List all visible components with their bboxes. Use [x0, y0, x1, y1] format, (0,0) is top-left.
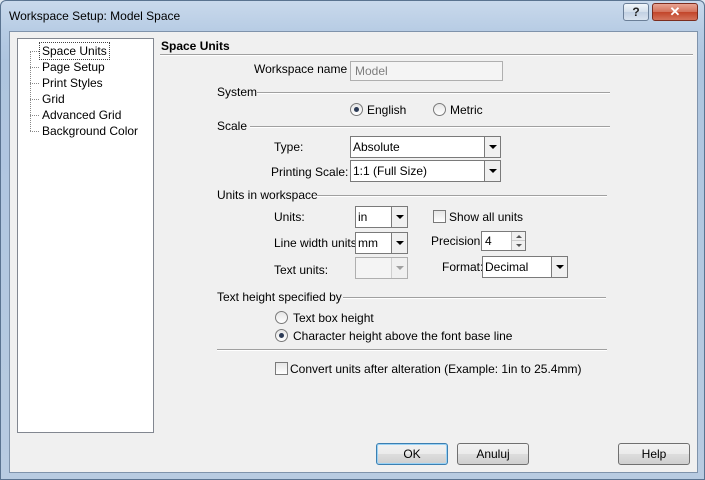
- scale-group-label: Scale: [217, 119, 248, 133]
- dialog-window: Workspace Setup: Model Space ? ✕ Space U…: [0, 0, 705, 480]
- tree-item-page-setup[interactable]: Page Setup: [40, 59, 107, 75]
- help-title-button[interactable]: ?: [623, 3, 649, 21]
- format-label: Format:: [442, 260, 484, 274]
- printing-scale-select[interactable]: 1:1 (Full Size): [350, 160, 501, 182]
- show-all-units-label: Show all units: [449, 210, 524, 224]
- space-units-panel: Space Units Workspace name Model System …: [160, 38, 693, 433]
- line-width-units-label: Line width units:: [274, 236, 361, 250]
- character-height-radio[interactable]: [275, 329, 288, 342]
- ok-button[interactable]: OK: [376, 443, 448, 465]
- text-units-select[interactable]: [355, 257, 408, 279]
- system-group-label: System: [217, 85, 258, 99]
- settings-tree: Space Units Page Setup Print Styles Grid…: [17, 38, 154, 433]
- units-group-label: Units in workspace: [217, 188, 318, 202]
- spin-down-icon[interactable]: [512, 241, 525, 250]
- type-select[interactable]: Absolute: [350, 136, 501, 158]
- character-height-label: Character height above the font base lin…: [293, 329, 513, 343]
- precision-value: 4: [485, 234, 492, 248]
- tree-item-space-units[interactable]: Space Units: [39, 42, 110, 60]
- scale-group-line: [250, 126, 610, 128]
- cancel-button[interactable]: Anuluj: [457, 443, 529, 465]
- units-label: Units:: [274, 210, 305, 224]
- chevron-down-icon[interactable]: [391, 258, 407, 278]
- close-button[interactable]: ✕: [652, 3, 698, 21]
- dialog-client: Space Units Page Setup Print Styles Grid…: [9, 31, 698, 473]
- printing-scale-value: 1:1 (Full Size): [353, 164, 428, 178]
- tree-item-print-styles[interactable]: Print Styles: [40, 75, 105, 91]
- units-value: in: [358, 210, 368, 224]
- format-value: Decimal: [485, 260, 529, 274]
- text-units-label: Text units:: [274, 263, 329, 277]
- tree-connector: [30, 67, 39, 68]
- tree-item-advanced-grid[interactable]: Advanced Grid: [40, 107, 123, 123]
- metric-radio[interactable]: [433, 103, 446, 116]
- tree-connector: [30, 83, 39, 84]
- printing-scale-label: Printing Scale:: [271, 165, 349, 179]
- precision-label: Precision:: [431, 234, 484, 248]
- type-label: Type:: [274, 140, 304, 154]
- chevron-down-icon[interactable]: [484, 137, 500, 157]
- tree-item-grid[interactable]: Grid: [40, 91, 67, 107]
- tree-connector: [30, 51, 31, 131]
- text-height-group-label: Text height specified by: [217, 290, 342, 304]
- chevron-down-icon[interactable]: [484, 161, 500, 181]
- workspace-name-label: Workspace name: [254, 62, 348, 76]
- window-title: Workspace Setup: Model Space: [9, 9, 181, 23]
- units-select[interactable]: in: [355, 206, 408, 228]
- chevron-down-icon[interactable]: [391, 207, 407, 227]
- tree-connector: [30, 51, 39, 52]
- type-value: Absolute: [353, 140, 400, 154]
- system-group-line: [257, 92, 610, 94]
- workspace-name-input[interactable]: Model: [350, 61, 503, 81]
- line-width-units-value: mm: [358, 236, 378, 250]
- chevron-down-icon[interactable]: [391, 233, 407, 253]
- text-box-height-label: Text box height: [293, 311, 374, 325]
- line-width-units-select[interactable]: mm: [355, 232, 408, 254]
- units-group-line: [313, 195, 607, 197]
- convert-units-checkbox[interactable]: [275, 362, 288, 375]
- chevron-down-icon[interactable]: [551, 257, 567, 277]
- precision-spinner[interactable]: 4: [481, 231, 526, 251]
- title-divider: [160, 54, 693, 56]
- tree-connector: [30, 99, 39, 100]
- text-height-group-line: [343, 297, 606, 299]
- tree-connector: [30, 115, 39, 116]
- english-label: English: [367, 103, 407, 117]
- tree-item-background-color[interactable]: Background Color: [40, 123, 140, 139]
- text-box-height-radio[interactable]: [275, 311, 288, 324]
- convert-divider: [217, 349, 607, 351]
- show-all-units-checkbox[interactable]: [433, 210, 446, 223]
- convert-units-label: Convert units after alteration (Example:…: [290, 362, 582, 376]
- english-radio[interactable]: [350, 103, 363, 116]
- metric-label: Metric: [450, 103, 483, 117]
- title-bar: Workspace Setup: Model Space ? ✕: [1, 1, 704, 31]
- help-button[interactable]: Help: [618, 443, 690, 465]
- spin-up-icon[interactable]: [512, 232, 525, 241]
- panel-title: Space Units: [161, 39, 230, 53]
- tree-connector: [30, 131, 39, 132]
- format-select[interactable]: Decimal: [482, 256, 568, 278]
